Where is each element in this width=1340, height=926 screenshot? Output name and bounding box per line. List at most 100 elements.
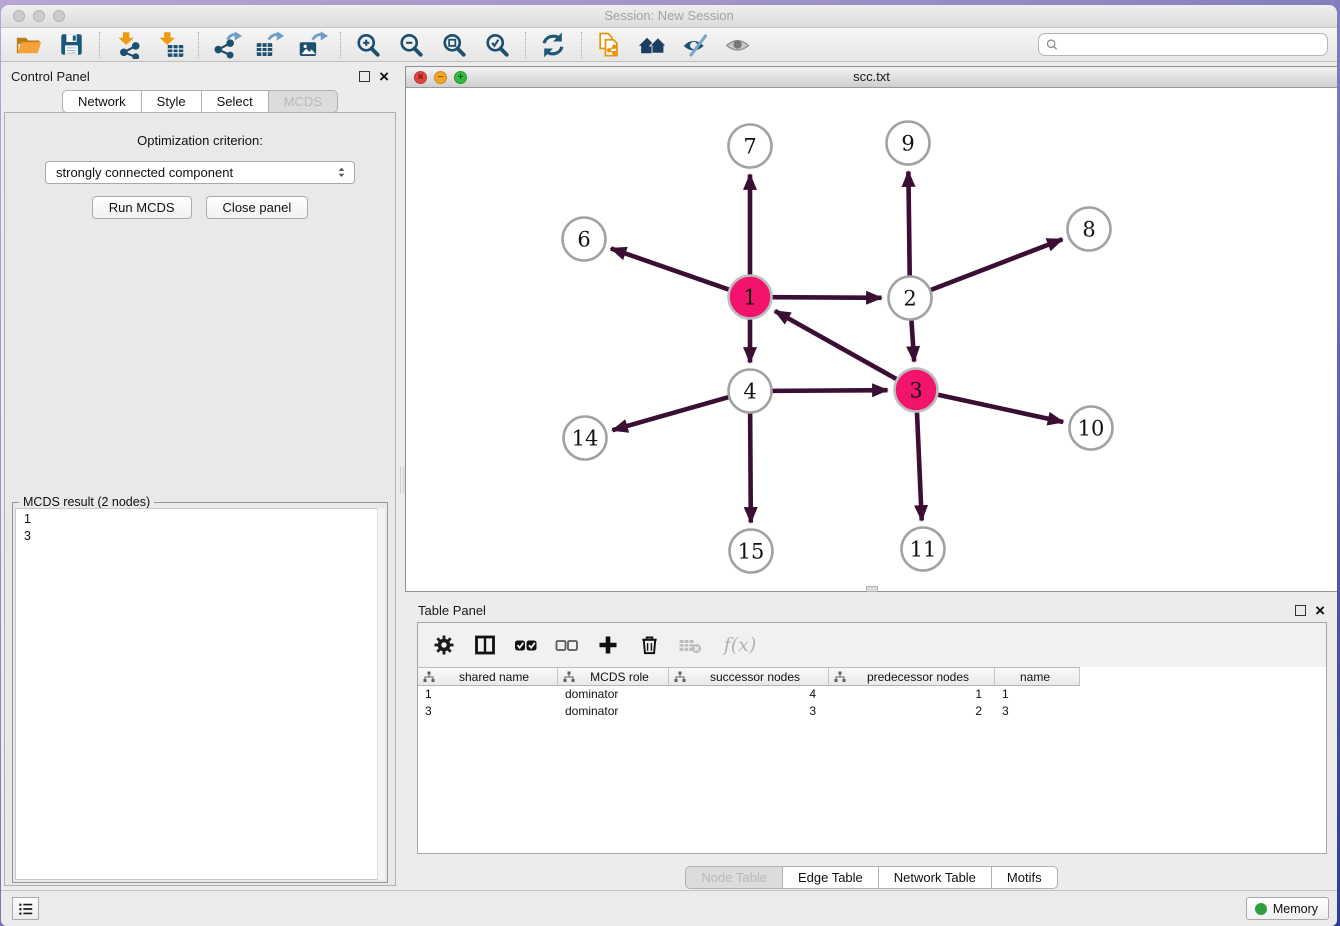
tab-style[interactable]: Style [141, 90, 202, 113]
graph-node-6[interactable]: 6 [563, 218, 606, 261]
close-panel-button[interactable]: Close panel [206, 196, 309, 219]
network-close-icon[interactable]: × [414, 71, 427, 84]
mcds-result-title: MCDS result (2 nodes) [19, 495, 154, 509]
title-bar: Session: New Session [1, 5, 1337, 28]
zoom-fit-icon[interactable] [437, 30, 471, 60]
cell-successor-nodes: 3 [669, 703, 829, 720]
graph-node-10[interactable]: 10 [1070, 407, 1113, 450]
graph-node-11[interactable]: 11 [902, 528, 945, 571]
add-column-icon[interactable] [596, 633, 620, 657]
edge-4-to-15[interactable] [750, 413, 751, 522]
save-session-icon[interactable] [54, 30, 88, 60]
first-neighbors-icon[interactable] [635, 30, 669, 60]
hide-selected-icon[interactable] [678, 30, 712, 60]
close-panel-icon[interactable]: × [379, 71, 389, 82]
cell-MCDS-role: dominator [558, 703, 669, 720]
column-header-successor-nodes[interactable]: successor nodes [669, 668, 829, 685]
export-network-icon[interactable] [209, 30, 243, 60]
column-header-shared-name[interactable]: shared name [418, 668, 558, 685]
edge-3-to-10[interactable] [938, 395, 1063, 422]
graph-node-14[interactable]: 14 [564, 417, 607, 460]
tab-motifs[interactable]: Motifs [991, 866, 1058, 889]
column-header-MCDS-role[interactable]: MCDS role [558, 668, 669, 685]
tab-node-table[interactable]: Node Table [685, 866, 783, 889]
function-builder-icon: f(x) [719, 633, 761, 657]
edge-2-to-8[interactable] [931, 239, 1062, 290]
cell-name: 3 [995, 703, 1080, 720]
new-network-from-selection-icon[interactable] [592, 30, 626, 60]
table-settings-icon[interactable] [432, 633, 456, 657]
edge-4-to-3[interactable] [772, 390, 887, 391]
node-label-10: 10 [1078, 417, 1105, 441]
float-table-panel-icon[interactable] [1295, 605, 1306, 616]
table-panel-title: Table Panel [418, 603, 1295, 618]
network-maximize-icon[interactable]: + [454, 71, 467, 84]
task-history-button[interactable] [12, 897, 39, 920]
table-toolbar: f(x) [418, 623, 1326, 667]
status-bar: Memory [1, 890, 1337, 926]
table-row[interactable]: 1dominator411 [418, 686, 1326, 703]
search-input[interactable] [1059, 35, 1327, 54]
tab-select[interactable]: Select [201, 90, 269, 113]
network-canvas[interactable]: 1 2 3 4 6 7 8 9 10 11 14 15 [406, 88, 1337, 591]
zoom-selected-icon[interactable] [480, 30, 514, 60]
network-minimize-icon[interactable]: − [434, 71, 447, 84]
graph-node-2[interactable]: 2 [889, 277, 932, 320]
close-table-panel-icon[interactable]: × [1315, 605, 1325, 616]
table-row[interactable]: 3dominator323 [418, 703, 1326, 720]
column-header-predecessor-nodes[interactable]: predecessor nodes [829, 668, 995, 685]
toolbar-separator [340, 32, 341, 58]
node-label-1: 1 [743, 286, 756, 310]
show-all-icon[interactable] [721, 30, 755, 60]
run-mcds-button[interactable]: Run MCDS [92, 196, 192, 219]
mcds-panel: Optimization criterion: strongly connect… [4, 112, 396, 886]
edge-1-to-6[interactable] [611, 248, 729, 289]
float-panel-icon[interactable] [359, 71, 370, 82]
column-type-icon [674, 671, 686, 683]
open-session-icon[interactable] [11, 30, 45, 60]
graph-node-7[interactable]: 7 [729, 125, 772, 168]
toolbar-separator [99, 32, 100, 58]
result-scrollbar[interactable] [377, 508, 385, 880]
graph-node-9[interactable]: 9 [887, 122, 930, 165]
memory-button[interactable]: Memory [1246, 897, 1329, 920]
zoom-in-icon[interactable] [351, 30, 385, 60]
edge-2-to-3[interactable] [911, 320, 914, 361]
network-view-window: × − + scc.txt 1234678910111415 [405, 66, 1337, 592]
delete-table-icon [678, 633, 702, 657]
edge-2-to-9[interactable] [908, 171, 909, 275]
graph-node-1[interactable]: 1 [729, 276, 772, 319]
tab-network-table[interactable]: Network Table [878, 866, 992, 889]
import-table-icon[interactable] [153, 30, 187, 60]
graph-node-3[interactable]: 3 [895, 369, 938, 412]
edge-4-to-14[interactable] [612, 397, 728, 430]
graph-node-8[interactable]: 8 [1068, 208, 1111, 251]
zoom-out-icon[interactable] [394, 30, 428, 60]
toggle-column-panel-icon[interactable] [473, 633, 497, 657]
network-resize-handle[interactable] [866, 586, 878, 592]
column-header-name[interactable]: name [995, 668, 1080, 685]
delete-column-icon[interactable] [637, 633, 661, 657]
cell-name: 1 [995, 686, 1080, 703]
export-table-icon[interactable] [252, 30, 286, 60]
export-image-icon[interactable] [295, 30, 329, 60]
deselect-all-rows-icon[interactable] [555, 633, 579, 657]
maximize-window-icon[interactable] [53, 10, 65, 22]
tab-edge-table[interactable]: Edge Table [782, 866, 879, 889]
select-all-rows-icon[interactable] [514, 633, 538, 657]
import-network-icon[interactable] [110, 30, 144, 60]
criterion-dropdown[interactable]: strongly connected component [45, 161, 355, 184]
control-panel: Control Panel × NetworkStyleSelectMCDS O… [1, 62, 399, 890]
refresh-icon[interactable] [536, 30, 570, 60]
graph-node-15[interactable]: 15 [730, 530, 773, 573]
edge-3-to-1[interactable] [775, 311, 897, 379]
tab-network[interactable]: Network [62, 90, 142, 113]
mcds-result-box: MCDS result (2 nodes) 1 3 [12, 502, 388, 883]
edge-3-to-11[interactable] [917, 412, 922, 520]
minimize-window-icon[interactable] [33, 10, 45, 22]
graph-node-4[interactable]: 4 [729, 370, 772, 413]
edge-1-to-2[interactable] [772, 297, 881, 298]
cell-predecessor-nodes: 1 [829, 686, 995, 703]
tab-mcds[interactable]: MCDS [268, 90, 338, 113]
close-window-icon[interactable] [13, 10, 25, 22]
